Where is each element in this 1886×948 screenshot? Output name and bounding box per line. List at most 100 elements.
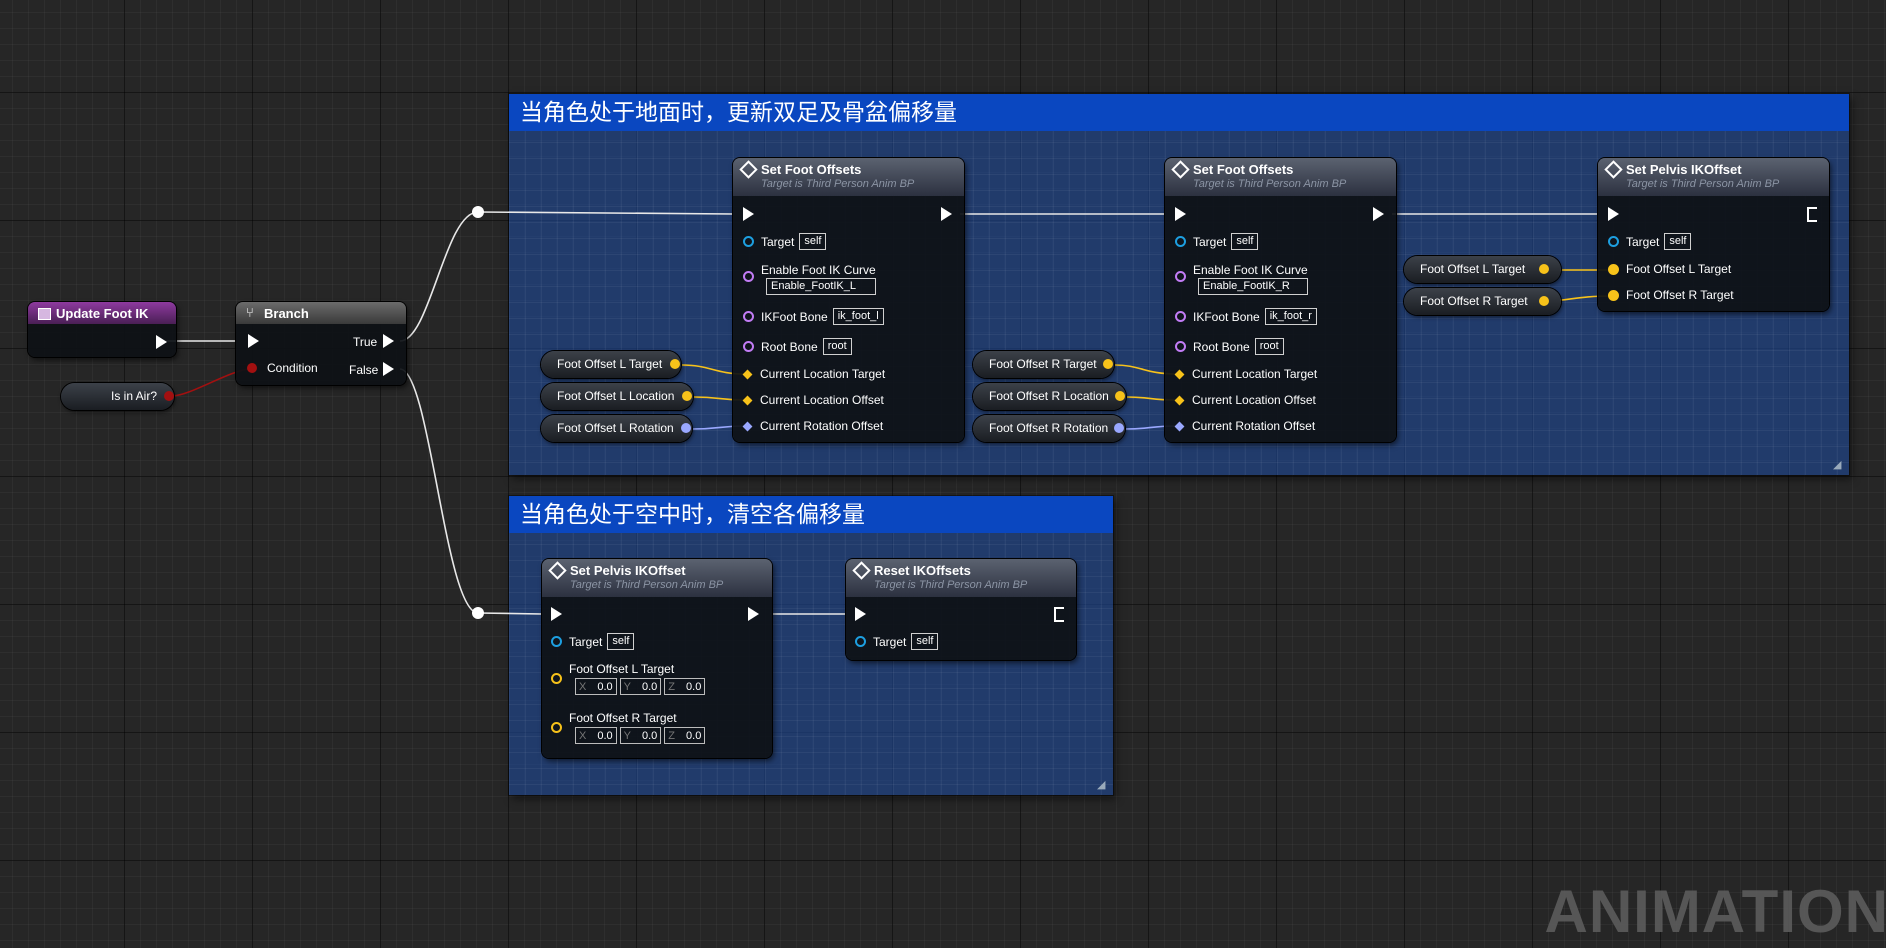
foot-offset-r-target-variable[interactable]: Foot Offset R Target [973, 351, 1114, 378]
exec-out-pin[interactable] [1373, 207, 1384, 221]
branch-node[interactable]: ⑂ Branch Condition True False [236, 302, 406, 385]
target-pin-row[interactable]: Target self [743, 233, 827, 250]
root-value[interactable]: root [1254, 338, 1284, 355]
x-field[interactable]: X 0.0 [575, 678, 617, 695]
vector-pin-icon[interactable] [1608, 263, 1619, 275]
true-exec-pin[interactable] [383, 334, 394, 348]
rotator-pin-icon[interactable] [681, 423, 691, 433]
target-value[interactable]: self [799, 233, 827, 250]
target-value[interactable]: self [607, 633, 635, 650]
rotator-pin-icon[interactable] [742, 421, 753, 431]
exec-in-pin[interactable] [743, 207, 754, 221]
condition-pin[interactable] [247, 363, 257, 373]
exec-in-pin[interactable] [855, 607, 866, 621]
name-pin-icon[interactable] [1175, 341, 1186, 352]
target-pin-row[interactable]: Target self [1175, 233, 1259, 250]
foot-offset-l-rotation-variable[interactable]: Foot Offset L Rotation [541, 415, 692, 442]
exec-out-pin[interactable] [941, 207, 952, 221]
target-pin-row[interactable]: Target self [1608, 233, 1692, 250]
root-value[interactable]: root [822, 338, 852, 355]
name-pin-icon[interactable] [743, 311, 754, 322]
curve-pin-row[interactable]: Enable Foot IK Curve Enable_FootIK_R [1175, 263, 1308, 295]
rotation-offset-row[interactable]: Current Rotation Offset [742, 419, 883, 433]
l-target-row[interactable]: Foot Offset L Target X 0.0 Y 0.0 Z 0.0 [551, 662, 708, 695]
vector-pin-icon[interactable] [742, 369, 753, 379]
vector-pin-icon[interactable] [1115, 391, 1125, 401]
object-pin-icon[interactable] [1175, 236, 1186, 247]
vector-pin-icon[interactable] [1174, 395, 1185, 405]
reroute-node[interactable] [472, 607, 484, 619]
target-value[interactable]: self [1231, 233, 1259, 250]
location-target-row[interactable]: Current Location Target [1174, 367, 1317, 381]
foot-offset-r-location-variable[interactable]: Foot Offset R Location [973, 383, 1126, 410]
reroute-node[interactable] [472, 206, 484, 218]
object-pin-icon[interactable] [743, 236, 754, 247]
bool-pin-icon[interactable] [164, 391, 174, 401]
curve-value[interactable]: Enable_FootIK_L [766, 278, 876, 295]
vector-pin-icon[interactable] [1608, 289, 1619, 301]
name-pin-icon[interactable] [1175, 311, 1186, 322]
curve-pin-row[interactable]: Enable Foot IK Curve Enable_FootIK_L [743, 263, 876, 295]
object-pin-icon[interactable] [551, 636, 562, 647]
name-pin-icon[interactable] [743, 341, 754, 352]
reset-ikoffsets-node[interactable]: Reset IKOffsets Target is Third Person A… [846, 559, 1076, 660]
exec-out-pin[interactable] [156, 335, 167, 349]
false-exec-pin[interactable] [383, 362, 394, 376]
curve-value[interactable]: Enable_FootIK_R [1198, 278, 1308, 295]
y-field[interactable]: Y 0.0 [619, 678, 662, 695]
x-field[interactable]: X 0.0 [575, 727, 617, 744]
target-pin-row[interactable]: Target self [855, 633, 939, 650]
set-pelvis-ikoffset-node[interactable]: Set Pelvis IKOffset Target is Third Pers… [1598, 158, 1829, 311]
root-bone-row[interactable]: Root Bone root [1175, 338, 1284, 355]
name-pin-icon[interactable] [743, 271, 754, 282]
vector-pin-icon[interactable] [742, 395, 753, 405]
exec-out-pin[interactable] [1054, 607, 1064, 622]
exec-in-pin[interactable] [551, 607, 562, 621]
vector-pin-icon[interactable] [551, 722, 562, 733]
bone-value[interactable]: ik_foot_r [1264, 308, 1317, 325]
location-offset-row[interactable]: Current Location Offset [742, 393, 884, 407]
object-pin-icon[interactable] [855, 636, 866, 647]
location-offset-row[interactable]: Current Location Offset [1174, 393, 1316, 407]
ikfoot-bone-row[interactable]: IKFoot Bone ik_foot_r [1175, 308, 1317, 325]
root-bone-row[interactable]: Root Bone root [743, 338, 852, 355]
r-target-row[interactable]: Foot Offset R Target [1608, 288, 1734, 302]
vector-pin-icon[interactable] [1539, 296, 1549, 306]
event-node-update-foot-ik[interactable]: Update Foot IK [28, 302, 176, 357]
object-pin-icon[interactable] [1608, 236, 1619, 247]
bone-value[interactable]: ik_foot_l [832, 308, 884, 325]
name-pin-icon[interactable] [1175, 271, 1186, 282]
set-foot-offsets-l-node[interactable]: Set Foot Offsets Target is Third Person … [733, 158, 964, 442]
pelvis-l-target-variable[interactable]: Foot Offset L Target [1404, 256, 1561, 283]
location-target-row[interactable]: Current Location Target [742, 367, 885, 381]
l-target-row[interactable]: Foot Offset L Target [1608, 262, 1731, 276]
exec-in-pin[interactable] [248, 334, 259, 348]
rotator-pin-icon[interactable] [1114, 423, 1124, 433]
exec-in-pin[interactable] [1175, 207, 1186, 221]
target-value[interactable]: self [1664, 233, 1692, 250]
vector-pin-icon[interactable] [670, 359, 680, 369]
is-in-air-variable[interactable]: Is in Air? [61, 383, 174, 410]
rotation-offset-row[interactable]: Current Rotation Offset [1174, 419, 1315, 433]
ikfoot-bone-row[interactable]: IKFoot Bone ik_foot_l [743, 308, 884, 325]
exec-in-pin[interactable] [1608, 207, 1619, 221]
exec-out-pin[interactable] [1807, 207, 1817, 222]
target-value[interactable]: self [911, 633, 939, 650]
foot-offset-l-target-variable[interactable]: Foot Offset L Target [541, 351, 681, 378]
vector-pin-icon[interactable] [551, 673, 562, 684]
exec-out-pin[interactable] [748, 607, 759, 621]
foot-offset-r-rotation-variable[interactable]: Foot Offset R Rotation [973, 415, 1125, 442]
target-pin-row[interactable]: Target self [551, 633, 635, 650]
vector-pin-icon[interactable] [1103, 359, 1113, 369]
r-target-row[interactable]: Foot Offset R Target X 0.0 Y 0.0 Z 0.0 [551, 711, 708, 744]
set-pelvis-ikoffset-air-node[interactable]: Set Pelvis IKOffset Target is Third Pers… [542, 559, 772, 758]
rotator-pin-icon[interactable] [1174, 421, 1185, 431]
z-field[interactable]: Z 0.0 [664, 678, 706, 695]
vector-pin-icon[interactable] [1539, 264, 1549, 274]
y-field[interactable]: Y 0.0 [619, 727, 662, 744]
set-foot-offsets-r-node[interactable]: Set Foot Offsets Target is Third Person … [1165, 158, 1396, 442]
z-field[interactable]: Z 0.0 [664, 727, 706, 744]
vector-pin-icon[interactable] [1174, 369, 1185, 379]
vector-pin-icon[interactable] [682, 391, 692, 401]
foot-offset-l-location-variable[interactable]: Foot Offset L Location [541, 383, 693, 410]
